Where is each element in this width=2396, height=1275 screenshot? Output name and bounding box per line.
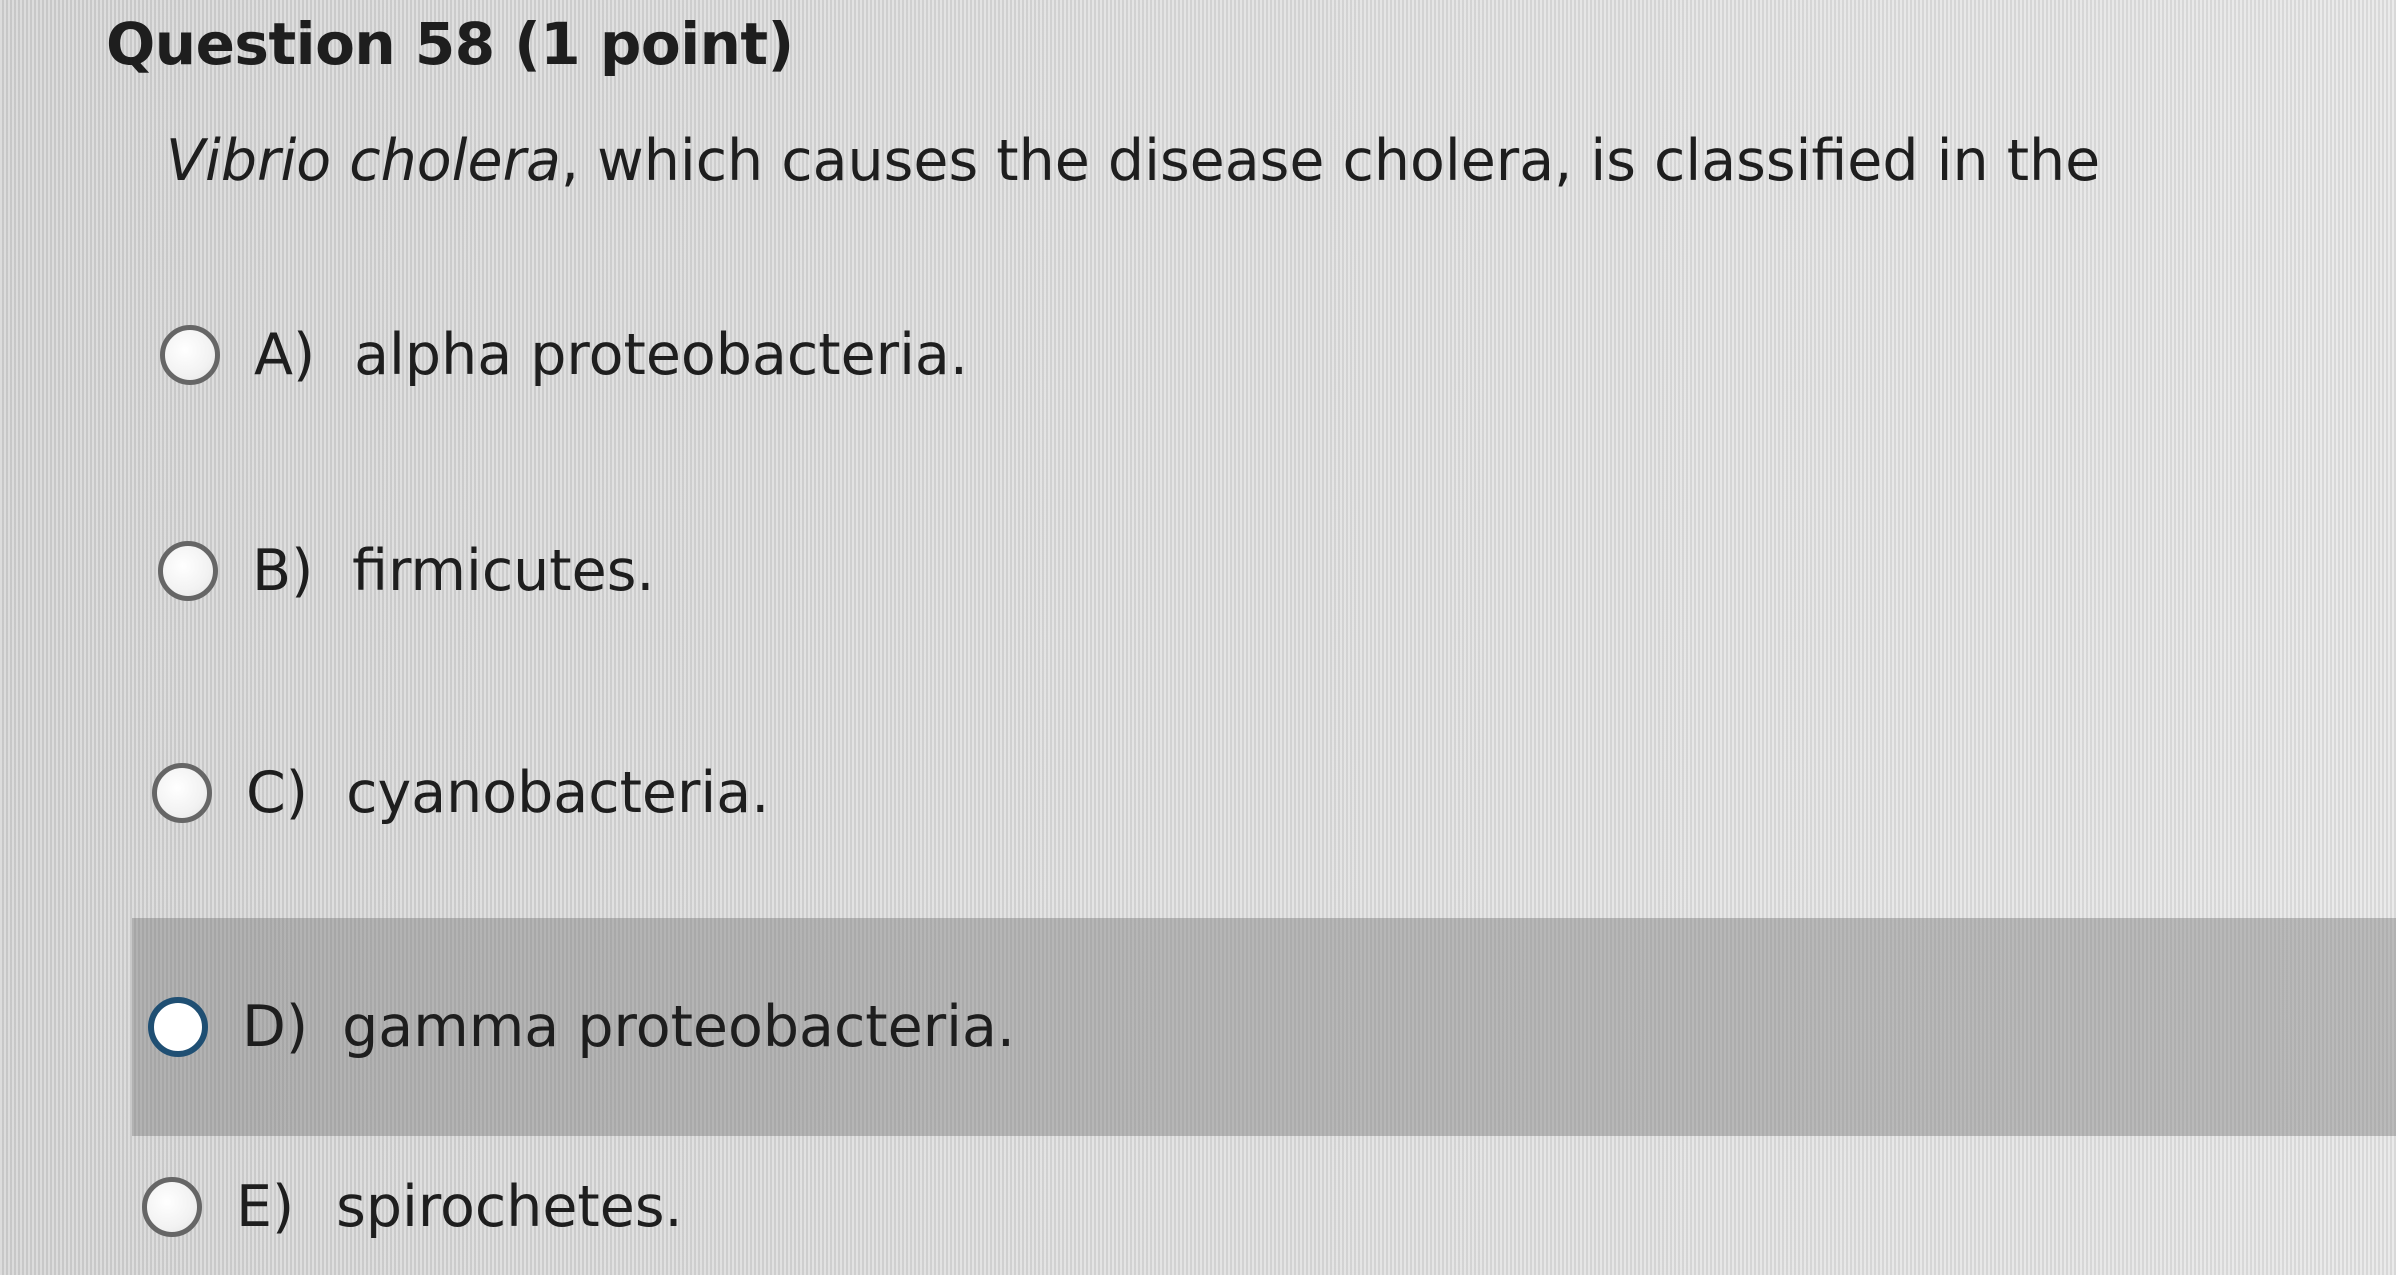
- option-c-label: C) cyanobacteria.: [246, 760, 769, 826]
- option-text: gamma proteobacteria.: [342, 994, 1016, 1060]
- option-letter: B): [252, 538, 314, 604]
- option-letter: A): [254, 322, 316, 388]
- option-a-label: A) alpha proteobacteria.: [254, 322, 968, 388]
- option-b-label: B) firmicutes.: [252, 538, 655, 604]
- option-a[interactable]: A) alpha proteobacteria.: [160, 280, 1560, 430]
- radio-button-icon[interactable]: [158, 541, 218, 601]
- radio-button-icon[interactable]: [142, 1176, 202, 1237]
- quiz-page: Question 58 (1 point) Vibrio cholera, wh…: [0, 0, 2396, 1275]
- option-text: spirochetes.: [336, 1173, 683, 1240]
- option-d[interactable]: D) gamma proteobacteria.: [132, 918, 2396, 1136]
- option-text: alpha proteobacteria.: [354, 322, 968, 388]
- option-text: firmicutes.: [352, 538, 655, 604]
- radio-button-icon[interactable]: [148, 997, 208, 1057]
- radio-button-icon[interactable]: [160, 325, 220, 385]
- option-text: cyanobacteria.: [346, 760, 770, 826]
- option-letter: D): [242, 994, 309, 1060]
- option-e[interactable]: E) spirochetes.: [142, 1138, 1542, 1275]
- answer-options: A) alpha proteobacteria. B) firmicutes. …: [0, 0, 2396, 1275]
- option-e-label: E) spirochetes.: [236, 1174, 683, 1240]
- option-c[interactable]: C) cyanobacteria.: [152, 718, 1552, 868]
- option-letter: C): [246, 760, 309, 826]
- option-b[interactable]: B) firmicutes.: [158, 496, 1558, 646]
- option-d-label: D) gamma proteobacteria.: [242, 994, 1015, 1060]
- option-letter: E): [236, 1173, 295, 1240]
- radio-button-icon[interactable]: [152, 763, 212, 823]
